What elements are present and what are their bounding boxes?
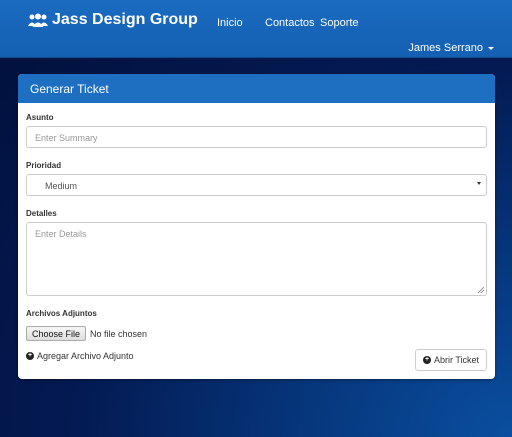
priority-value: Medium [45, 181, 78, 191]
details-placeholder: Enter Details [35, 229, 87, 239]
choose-file-button[interactable]: Choose File [26, 326, 87, 341]
panel-title: Generar Ticket [18, 74, 495, 103]
top-navbar: Jass Design Group Inicio Contactos Sopor… [0, 0, 512, 58]
add-attachment-label: Agregar Archivo Adjunto [37, 351, 134, 361]
details-label: Detalles [26, 209, 57, 218]
priority-select[interactable]: Medium [26, 174, 487, 196]
details-textarea[interactable]: Enter Details [26, 222, 487, 296]
no-file-text: No file chosen [90, 328, 148, 339]
priority-label: Prioridad [26, 161, 62, 170]
open-ticket-button[interactable]: + Abrir Ticket [414, 349, 487, 371]
resize-handle-icon[interactable] [478, 287, 484, 293]
summary-placeholder: Enter Summary [35, 133, 98, 143]
summary-input[interactable]: Enter Summary [26, 126, 487, 148]
plus-circle-icon: + [26, 352, 34, 360]
plus-circle-icon: + [422, 356, 431, 364]
nav-soporte[interactable]: Soporte [320, 17, 359, 29]
file-input: Choose File No file chosen [26, 326, 147, 341]
open-ticket-label: Abrir Ticket [433, 355, 479, 365]
user-name: James Serrano [408, 42, 483, 54]
add-attachment-link[interactable]: + Agregar Archivo Adjunto [26, 351, 134, 361]
attachments-label: Archivos Adjuntos [26, 309, 97, 318]
nav-inicio[interactable]: Inicio [217, 17, 243, 29]
user-dropdown[interactable]: James Serrano [408, 42, 494, 54]
ticket-panel: Generar Ticket Asunto Enter Summary Prio… [18, 74, 495, 379]
dropdown-arrow-icon [477, 182, 481, 185]
summary-label: Asunto [26, 113, 54, 122]
brand-link[interactable]: Jass Design Group [28, 10, 198, 30]
caret-down-icon [488, 46, 494, 50]
brand-name: Jass Design Group [52, 11, 198, 28]
nav-contactos[interactable]: Contactos [265, 17, 315, 29]
users-icon [28, 13, 48, 27]
